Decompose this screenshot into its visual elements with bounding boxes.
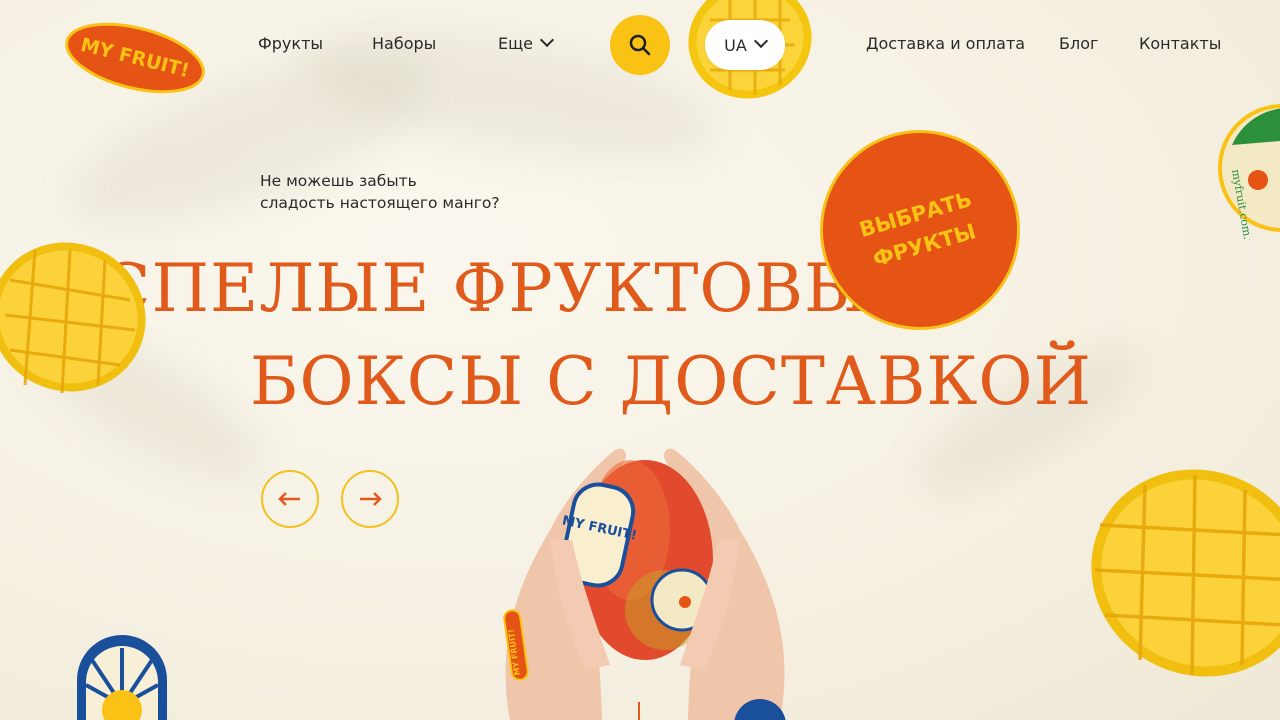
nav-sets[interactable]: Наборы — [372, 34, 436, 53]
nav-more-label: Еще — [498, 34, 534, 53]
cta-label: ВЫБРАТЬ ФРУКТЫ — [839, 179, 1001, 282]
nav-blog[interactable]: Блог — [1059, 34, 1098, 53]
nav-more[interactable]: Еще — [498, 32, 555, 53]
chevron-down-icon — [753, 33, 768, 49]
nav-delivery[interactable]: Доставка и оплата — [866, 34, 1025, 53]
nav-fruits[interactable]: Фрукты — [258, 34, 323, 53]
slider-next-button[interactable] — [341, 470, 399, 528]
hands-holding-mango: MY FRUIT! MY FRUIT! — [490, 440, 800, 720]
mango-cube-left — [0, 225, 160, 414]
choose-fruits-button[interactable]: ВЫБРАТЬ ФРУКТЫ — [820, 130, 1020, 330]
slider-prev-button[interactable] — [261, 470, 319, 528]
headline-line2: БОКСЫ С ДОСТАВКОЙ — [250, 343, 1093, 420]
scroll-indicator — [638, 702, 640, 720]
hero-tagline: Не можешь забыть сладость настоящего ман… — [260, 170, 500, 214]
mango-cube-right — [1070, 455, 1280, 704]
corner-sticker: myfruit.com.ua — [1212, 100, 1280, 255]
search-button[interactable] — [610, 15, 670, 75]
brand-logo[interactable]: MY FRUIT! — [62, 22, 208, 94]
tagline-line1: Не можешь забыть — [260, 172, 417, 190]
headline-line1: СПЕЛЫЕ ФРУКТОВЫЕ — [100, 250, 920, 327]
language-selector[interactable]: UA — [705, 20, 785, 70]
search-icon — [629, 34, 651, 56]
hero-stage: MY FRUIT! Фрукты Наборы Еще UA Доставка … — [0, 0, 1280, 720]
arrow-right-icon — [360, 492, 382, 506]
arrow-left-icon — [278, 492, 300, 506]
tagline-line2: сладость настоящего манго? — [260, 194, 500, 212]
nav-contacts[interactable]: Контакты — [1139, 34, 1221, 53]
chevron-down-icon — [539, 32, 555, 48]
sun-badge-sticker — [72, 630, 172, 720]
language-label: UA — [724, 35, 747, 55]
